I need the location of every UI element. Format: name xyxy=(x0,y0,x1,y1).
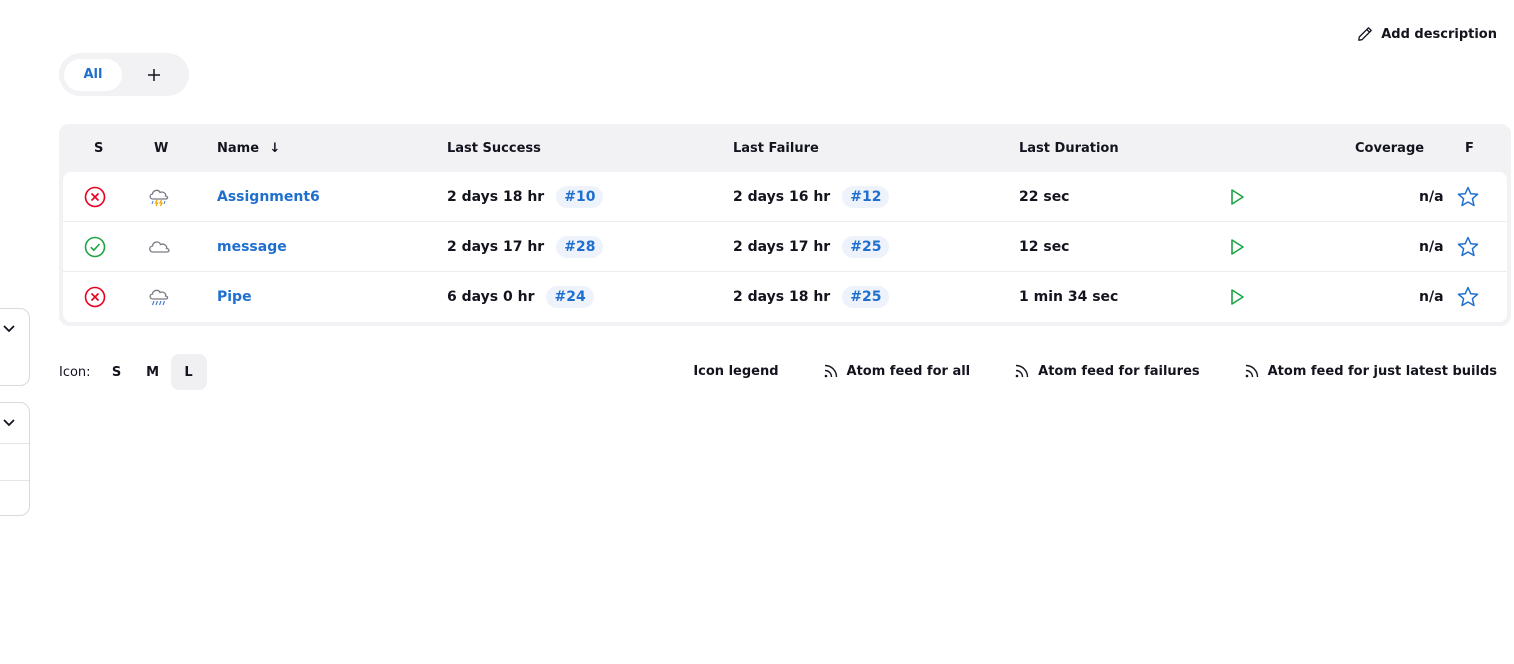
last-duration: 22 sec xyxy=(1019,189,1070,205)
job-link[interactable]: message xyxy=(217,239,287,255)
table-row: Assignment6 2 days 18 hr #10 2 days 16 h… xyxy=(63,172,1507,222)
coverage-value: n/a xyxy=(1419,289,1444,305)
atom-feed-latest-builds-label: Atom feed for just latest builds xyxy=(1267,363,1497,379)
favorite-star-icon[interactable] xyxy=(1456,222,1480,272)
job-link[interactable]: Assignment6 xyxy=(217,189,320,205)
atom-feed-all-link[interactable]: Atom feed for all xyxy=(823,363,971,379)
last-failure-time: 2 days 18 hr xyxy=(733,289,831,305)
last-duration: 12 sec xyxy=(1019,239,1070,255)
last-failure-time: 2 days 17 hr xyxy=(733,239,831,255)
thunderstorm-icon xyxy=(146,172,172,222)
atom-feed-latest-builds-link[interactable]: Atom feed for just latest builds xyxy=(1244,363,1497,379)
column-header-name-label: Name xyxy=(217,141,260,156)
icon-legend-link[interactable]: Icon legend xyxy=(693,364,778,379)
icon-size-medium-button[interactable]: M xyxy=(135,354,171,390)
table-row: Pipe 6 days 0 hr #24 2 days 18 hr #25 1 … xyxy=(63,272,1507,322)
favorite-star-icon[interactable] xyxy=(1456,272,1480,322)
table-header: S W Name ↓ Last Success Last Failure Las… xyxy=(63,124,1507,172)
play-build-icon[interactable] xyxy=(1227,222,1247,272)
view-tabs: All xyxy=(59,53,189,96)
rss-feed-icon xyxy=(1015,364,1029,378)
failed-circle-icon xyxy=(84,272,106,322)
column-header-weather[interactable]: W xyxy=(154,141,168,156)
column-header-last-failure[interactable]: Last Failure xyxy=(733,141,819,156)
coverage-value: n/a xyxy=(1419,239,1444,255)
failed-circle-icon xyxy=(84,172,106,222)
coverage-value: n/a xyxy=(1419,189,1444,205)
tab-all[interactable]: All xyxy=(64,58,122,91)
icon-legend-label: Icon legend xyxy=(693,363,779,379)
rss-feed-icon xyxy=(824,364,837,378)
rain-icon xyxy=(146,272,172,322)
success-circle-icon xyxy=(84,222,106,272)
panel-divider xyxy=(0,443,29,444)
build-link[interactable]: #12 xyxy=(842,186,890,208)
build-link[interactable]: #10 xyxy=(556,186,604,208)
icon-size-large-button[interactable]: L xyxy=(170,354,207,390)
build-link[interactable]: #24 xyxy=(546,286,594,308)
atom-feed-all-label: Atom feed for all xyxy=(846,363,971,379)
add-description-button[interactable]: Add description xyxy=(1357,26,1497,42)
add-description-label: Add description xyxy=(1381,26,1497,42)
sort-arrow-icon: ↓ xyxy=(269,141,281,156)
column-header-status[interactable]: S xyxy=(94,141,103,156)
chevron-down-icon[interactable] xyxy=(1,323,17,335)
icon-size-small-button[interactable]: S xyxy=(99,354,135,390)
column-header-favorite[interactable]: F xyxy=(1465,141,1474,156)
last-success-time: 6 days 0 hr xyxy=(447,289,535,305)
chevron-down-icon[interactable] xyxy=(1,417,17,429)
last-failure-time: 2 days 16 hr xyxy=(733,189,831,205)
last-success-time: 2 days 18 hr xyxy=(447,189,545,205)
cloudy-icon xyxy=(146,222,172,272)
icon-size-label: Icon: xyxy=(59,364,91,380)
rss-feed-icon xyxy=(1245,364,1258,378)
column-header-coverage[interactable]: Coverage xyxy=(1355,141,1424,156)
footer-links: Icon legend Atom feed for all Atom feed … xyxy=(649,363,1497,379)
side-panel-collapsed-1 xyxy=(0,308,30,386)
atom-feed-failures-label: Atom feed for failures xyxy=(1038,363,1200,379)
play-build-icon[interactable] xyxy=(1227,272,1247,322)
column-header-last-success[interactable]: Last Success xyxy=(447,141,541,156)
last-success-time: 2 days 17 hr xyxy=(447,239,545,255)
build-link[interactable]: #25 xyxy=(842,286,890,308)
atom-feed-failures-link[interactable]: Atom feed for failures xyxy=(1014,363,1200,379)
side-panel-collapsed-2 xyxy=(0,402,30,516)
jobs-table: S W Name ↓ Last Success Last Failure Las… xyxy=(59,124,1511,326)
pencil-icon xyxy=(1358,27,1373,41)
last-duration: 1 min 34 sec xyxy=(1019,289,1119,305)
table-row: message 2 days 17 hr #28 2 days 17 hr #2… xyxy=(63,222,1507,272)
job-link[interactable]: Pipe xyxy=(217,289,252,305)
column-header-name[interactable]: Name ↓ xyxy=(217,141,280,156)
build-link[interactable]: #28 xyxy=(556,236,604,258)
favorite-star-icon[interactable] xyxy=(1456,172,1480,222)
plus-icon xyxy=(148,68,160,81)
icon-size-selector: Icon: S M L xyxy=(59,354,207,390)
build-link[interactable]: #25 xyxy=(842,236,890,258)
play-build-icon[interactable] xyxy=(1227,172,1247,222)
panel-divider xyxy=(0,480,29,481)
add-view-button[interactable] xyxy=(128,59,180,91)
table-body: Assignment6 2 days 18 hr #10 2 days 16 h… xyxy=(63,172,1507,322)
column-header-last-duration[interactable]: Last Duration xyxy=(1019,141,1119,156)
